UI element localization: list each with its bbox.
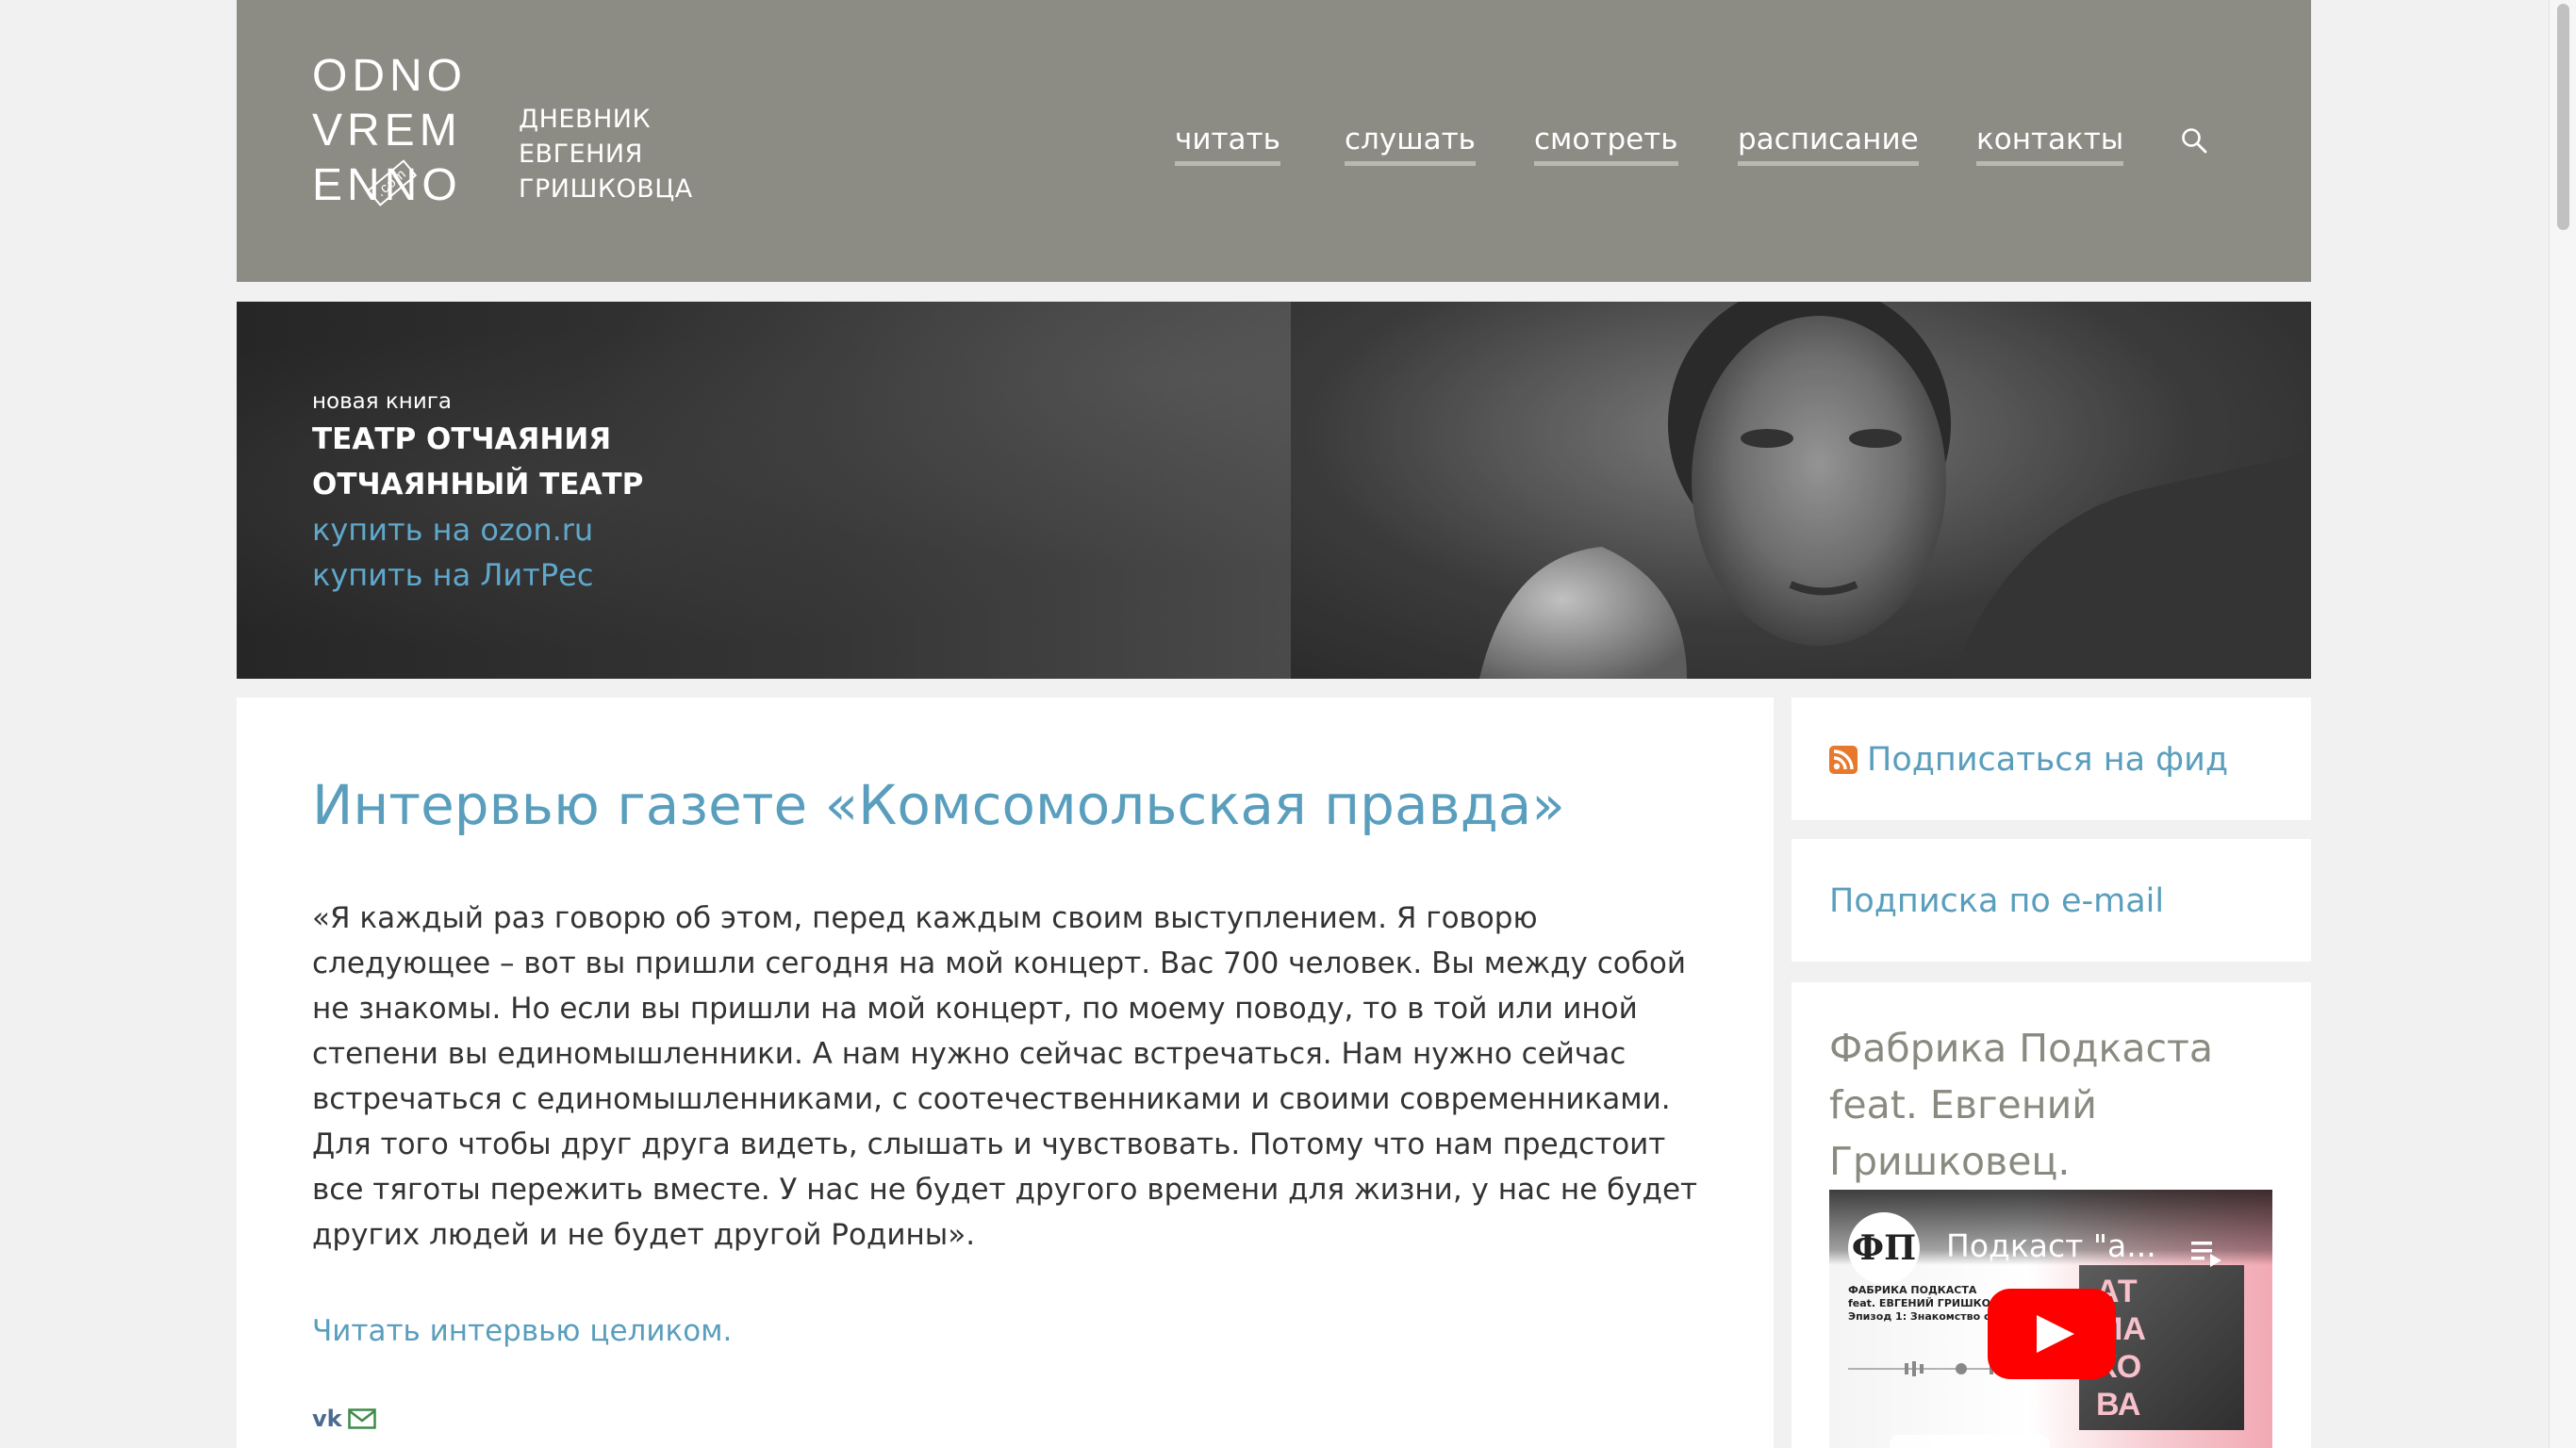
nav-item-watch[interactable]: смотреть — [1534, 121, 1678, 166]
vk-icon[interactable]: vk — [312, 1407, 342, 1431]
hero-book-promo: новая книга ТЕАТР ОТЧАЯНИЯ ОТЧАЯННЫЙ ТЕА… — [312, 387, 643, 598]
nav-item-listen[interactable]: слушать — [1345, 121, 1476, 166]
app-icons-strip — [1890, 1435, 2050, 1448]
hero-portrait-image — [1291, 302, 2311, 679]
hero-kicker: новая книга — [312, 389, 452, 414]
podcast-widget-title: Фабрика Подкаста feat. Евгений Гришковец… — [1829, 1026, 2213, 1184]
buy-ozon-link[interactable]: купить на ozon.ru — [312, 507, 643, 552]
tagline-line-3: ГРИШКОВЦА — [519, 174, 693, 204]
mail-icon[interactable] — [348, 1408, 376, 1429]
nav-item-contacts[interactable]: контакты — [1976, 121, 2124, 166]
email-widget: Подписка по e-mail — [1792, 839, 2311, 962]
logo-line-1: ODNO — [312, 51, 467, 101]
main-nav: читать слушать смотреть расписание конта… — [237, 121, 2311, 168]
subscribe-feed-label: Подписаться на фид — [1867, 741, 2229, 779]
poster-line-4: ВА — [2096, 1387, 2141, 1423]
email-subscribe-link[interactable]: Подписка по e-mail — [1829, 880, 2164, 922]
hero-book-title-line-1: ТЕАТР ОТЧАЯНИЯ — [312, 422, 612, 456]
youtube-embed[interactable]: ФАБРИКА ПОДКАСТА feat. ЕВГЕНИЙ ГРИШКОВЕЦ… — [1829, 1190, 2272, 1448]
page: ODNO VREM ENNO .com ДНЕВНИК ЕВГЕНИЯ ГРИШ… — [0, 0, 2576, 1448]
subscribe-feed-link[interactable]: Подписаться на фид — [1829, 739, 2228, 781]
channel-avatar[interactable]: ФП — [1848, 1212, 1920, 1284]
feed-widget: Подписаться на фид — [1792, 698, 2311, 820]
site-header: ODNO VREM ENNO .com ДНЕВНИК ЕВГЕНИЯ ГРИШ… — [237, 0, 2311, 282]
nav-item-schedule[interactable]: расписание — [1738, 121, 1919, 166]
youtube-play-icon[interactable] — [1988, 1289, 2116, 1379]
search-icon[interactable] — [2181, 127, 2207, 154]
page-scrollbar[interactable] — [2549, 0, 2576, 1448]
video-title[interactable]: Подкаст "а... — [1946, 1227, 2156, 1264]
post-body: «Я каждый раз говорю об этом, перед кажд… — [312, 901, 1698, 1252]
playlist-icon[interactable] — [2191, 1239, 2223, 1267]
hero-book-title-line-2: ОТЧАЯННЫЙ ТЕАТР — [312, 468, 644, 502]
post-card: Интервью газете «Комсомольская правда» «… — [237, 698, 1774, 1448]
post-title[interactable]: Интервью газете «Комсомольская правда» — [312, 767, 1565, 843]
read-more-link[interactable]: Читать интервью целиком. — [312, 1308, 732, 1354]
rss-icon — [1829, 746, 1858, 774]
podcast-widget: Фабрика Подкаста feat. Евгений Гришковец… — [1792, 982, 2311, 1448]
nav-item-read[interactable]: читать — [1175, 121, 1280, 166]
buy-litres-link[interactable]: купить на ЛитРес — [312, 552, 643, 598]
scrollbar-thumb[interactable] — [2557, 4, 2569, 230]
hero-banner: новая книга ТЕАТР ОТЧАЯНИЯ ОТЧАЯННЫЙ ТЕА… — [237, 302, 2311, 679]
